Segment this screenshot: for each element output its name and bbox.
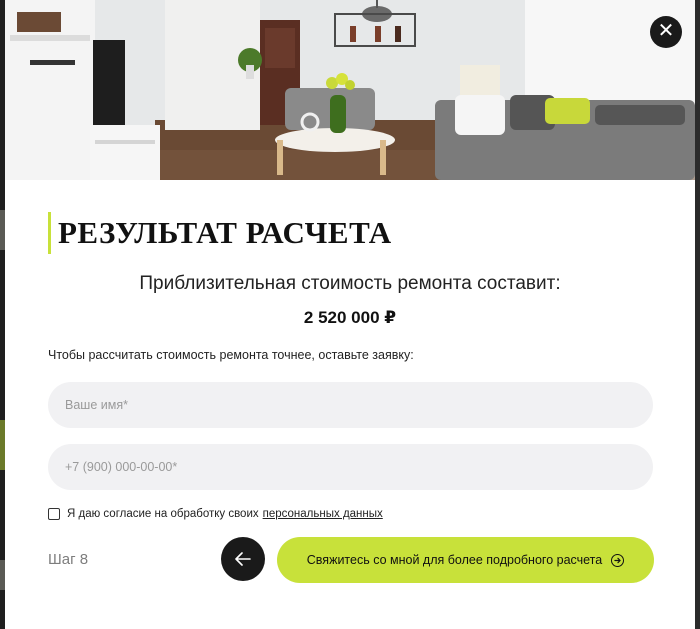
arrow-right-circle-icon bbox=[611, 553, 625, 567]
step-indicator: Шаг 8 bbox=[48, 551, 89, 568]
estimated-price: 2 520 000 ₽ bbox=[303, 308, 397, 327]
consent-row[interactable]: Я даю согласие на обработку своих персон… bbox=[48, 508, 383, 520]
back-button[interactable] bbox=[221, 537, 265, 581]
phone-input[interactable] bbox=[48, 444, 653, 490]
close-icon: ✕ bbox=[657, 20, 675, 42]
calculation-result-modal: ✕ РЕЗУЛЬТАТ РАСЧЕТА Приблизительная стои… bbox=[5, 0, 695, 629]
estimate-subtitle: Приблизительная стоимость ремонта состав… bbox=[139, 273, 561, 294]
modal-content: РЕЗУЛЬТАТ РАСЧЕТА Приблизительная стоимо… bbox=[5, 180, 695, 629]
modal-title: РЕЗУЛЬТАТ РАСЧЕТА bbox=[58, 215, 392, 250]
consent-checkbox[interactable] bbox=[48, 508, 60, 520]
title-accent-bar: РЕЗУЛЬТАТ РАСЧЕТА bbox=[48, 212, 392, 254]
request-hint: Чтобы рассчитать стоимость ремонта точне… bbox=[48, 348, 414, 362]
consent-text: Я даю согласие на обработку своих bbox=[67, 508, 259, 520]
hero-interior-image: ✕ bbox=[5, 0, 695, 180]
personal-data-link[interactable]: персональных данных bbox=[263, 508, 383, 520]
arrow-left-icon bbox=[235, 552, 251, 566]
name-input[interactable] bbox=[48, 382, 653, 428]
close-button[interactable]: ✕ bbox=[650, 16, 682, 48]
submit-button-label: Свяжитесь со мной для более подробного р… bbox=[306, 553, 603, 567]
submit-button[interactable]: Свяжитесь со мной для более подробного р… bbox=[277, 537, 654, 583]
